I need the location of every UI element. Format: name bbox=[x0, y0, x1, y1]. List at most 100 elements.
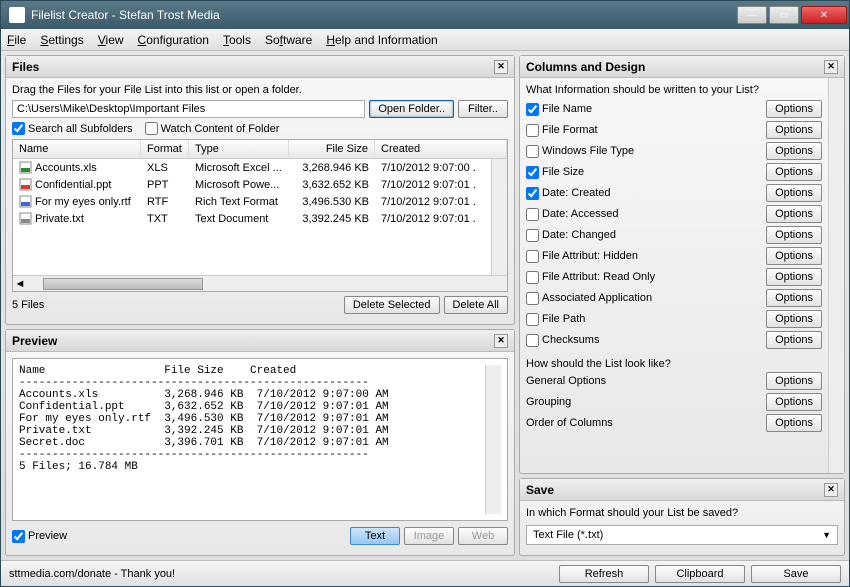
save-button[interactable]: Save bbox=[751, 565, 841, 583]
options-button[interactable]: Options bbox=[766, 268, 822, 286]
maximize-button[interactable]: ▭ bbox=[769, 6, 799, 24]
files-title: Files bbox=[12, 60, 39, 74]
preview-close-icon[interactable]: ✕ bbox=[494, 334, 508, 348]
folder-path-input[interactable] bbox=[12, 100, 365, 118]
options-button[interactable]: Options bbox=[766, 163, 822, 181]
file-count: 5 Files bbox=[12, 299, 44, 311]
refresh-button[interactable]: Refresh bbox=[559, 565, 649, 583]
filter-button[interactable]: Filter.. bbox=[458, 100, 508, 118]
files-panel: Files ✕ Drag the Files for your File Lis… bbox=[5, 55, 515, 325]
cd-check[interactable]: File Attribut: Read Only bbox=[526, 271, 766, 284]
options-button[interactable]: Options bbox=[766, 226, 822, 244]
table-row[interactable]: For my eyes only.rtfRTFRich Text Format3… bbox=[13, 193, 491, 210]
footer: sttmedia.com/donate - Thank you! Refresh… bbox=[1, 560, 849, 586]
save-format-select[interactable]: Text File (*.txt) ▼ bbox=[526, 525, 838, 545]
table-row[interactable]: Confidential.pptPPTMicrosoft Powe...3,63… bbox=[13, 176, 491, 193]
window: Filelist Creator - Stefan Trost Media — … bbox=[0, 0, 850, 587]
preview-text: Name File Size Created -----------------… bbox=[12, 358, 508, 521]
cd-vscroll[interactable] bbox=[828, 78, 844, 473]
save-question: In which Format should your List be save… bbox=[526, 507, 838, 519]
watch-folder-check[interactable]: Watch Content of Folder bbox=[145, 122, 280, 135]
preview-vscroll[interactable] bbox=[485, 365, 501, 514]
files-hint: Drag the Files for your File List into t… bbox=[12, 84, 508, 96]
cd-check[interactable]: File Path bbox=[526, 313, 766, 326]
preview-panel: Preview ✕ Name File Size Created -------… bbox=[5, 329, 515, 556]
options-button[interactable]: Options bbox=[766, 121, 822, 139]
files-table: Name Format Type File Size Created Accou… bbox=[12, 139, 508, 292]
content: Files ✕ Drag the Files for your File Lis… bbox=[1, 51, 849, 560]
preview-title: Preview bbox=[12, 334, 57, 348]
col-created[interactable]: Created bbox=[375, 140, 507, 158]
cd-check[interactable]: Associated Application bbox=[526, 292, 766, 305]
col-size[interactable]: File Size bbox=[289, 140, 375, 158]
hscroll[interactable]: ◄ bbox=[13, 275, 507, 291]
options-button[interactable]: Options bbox=[766, 184, 822, 202]
menu-tools[interactable]: Tools bbox=[223, 33, 251, 47]
options-button[interactable]: Options bbox=[766, 100, 822, 118]
menu-configuration[interactable]: Configuration bbox=[138, 33, 209, 47]
cd-look-label: Order of Columns bbox=[526, 417, 766, 429]
preview-tab-web[interactable]: Web bbox=[458, 527, 508, 545]
cd-check[interactable]: File Attribut: Hidden bbox=[526, 250, 766, 263]
options-button[interactable]: Options bbox=[766, 414, 822, 432]
options-button[interactable]: Options bbox=[766, 331, 822, 349]
cd-check[interactable]: Date: Accessed bbox=[526, 208, 766, 221]
menu-file[interactable]: File bbox=[7, 33, 26, 47]
save-close-icon[interactable]: ✕ bbox=[824, 483, 838, 497]
options-button[interactable]: Options bbox=[766, 205, 822, 223]
table-row[interactable]: Accounts.xlsXLSMicrosoft Excel ...3,268.… bbox=[13, 159, 491, 176]
files-close-icon[interactable]: ✕ bbox=[494, 60, 508, 74]
cd-check[interactable]: Checksums bbox=[526, 334, 766, 347]
options-button[interactable]: Options bbox=[766, 372, 822, 390]
preview-check[interactable]: Preview bbox=[12, 530, 67, 543]
save-title: Save bbox=[526, 483, 554, 497]
table-body[interactable]: Accounts.xlsXLSMicrosoft Excel ...3,268.… bbox=[13, 159, 491, 275]
cd-look-label: Grouping bbox=[526, 396, 766, 408]
options-button[interactable]: Options bbox=[766, 393, 822, 411]
window-title: Filelist Creator - Stefan Trost Media bbox=[31, 8, 220, 22]
preview-tab-text[interactable]: Text bbox=[350, 527, 400, 545]
search-subfolders-check[interactable]: Search all Subfolders bbox=[12, 122, 133, 135]
file-icon bbox=[19, 212, 32, 225]
options-button[interactable]: Options bbox=[766, 310, 822, 328]
menu-software[interactable]: Software bbox=[265, 33, 312, 47]
delete-all-button[interactable]: Delete All bbox=[444, 296, 508, 314]
menu-view[interactable]: View bbox=[98, 33, 124, 47]
cd-check[interactable]: Windows File Type bbox=[526, 145, 766, 158]
table-row[interactable]: Private.txtTXTText Document3,392.245 KB7… bbox=[13, 210, 491, 227]
vscroll[interactable] bbox=[491, 159, 507, 275]
delete-selected-button[interactable]: Delete Selected bbox=[344, 296, 440, 314]
file-icon bbox=[19, 161, 32, 174]
cd-question1: What Information should be written to yo… bbox=[526, 84, 822, 96]
minimize-button[interactable]: — bbox=[737, 6, 767, 24]
menu-help[interactable]: Help and Information bbox=[326, 33, 437, 47]
titlebar[interactable]: Filelist Creator - Stefan Trost Media — … bbox=[1, 1, 849, 29]
clipboard-button[interactable]: Clipboard bbox=[655, 565, 745, 583]
options-button[interactable]: Options bbox=[766, 289, 822, 307]
cd-question2: How should the List look like? bbox=[526, 358, 822, 370]
preview-tab-image[interactable]: Image bbox=[404, 527, 454, 545]
col-format[interactable]: Format bbox=[141, 140, 189, 158]
cd-check[interactable]: File Name bbox=[526, 103, 766, 116]
open-folder-button[interactable]: Open Folder.. bbox=[369, 100, 454, 118]
app-icon bbox=[9, 7, 25, 23]
cd-check[interactable]: Date: Changed bbox=[526, 229, 766, 242]
cd-check[interactable]: File Format bbox=[526, 124, 766, 137]
menu-settings[interactable]: Settings bbox=[40, 33, 83, 47]
file-icon bbox=[19, 178, 32, 191]
col-name[interactable]: Name bbox=[13, 140, 141, 158]
chevron-down-icon: ▼ bbox=[822, 530, 831, 540]
table-header: Name Format Type File Size Created bbox=[13, 140, 507, 159]
columns-design-panel: Columns and Design ✕ What Information sh… bbox=[519, 55, 845, 474]
file-icon bbox=[19, 195, 32, 208]
options-button[interactable]: Options bbox=[766, 247, 822, 265]
close-button[interactable]: ✕ bbox=[801, 6, 847, 24]
menubar: File Settings View Configuration Tools S… bbox=[1, 29, 849, 51]
donate-text: sttmedia.com/donate - Thank you! bbox=[9, 568, 175, 580]
col-type[interactable]: Type bbox=[189, 140, 289, 158]
cd-check[interactable]: File Size bbox=[526, 166, 766, 179]
save-panel: Save ✕ In which Format should your List … bbox=[519, 478, 845, 556]
cd-check[interactable]: Date: Created bbox=[526, 187, 766, 200]
cd-close-icon[interactable]: ✕ bbox=[824, 60, 838, 74]
options-button[interactable]: Options bbox=[766, 142, 822, 160]
